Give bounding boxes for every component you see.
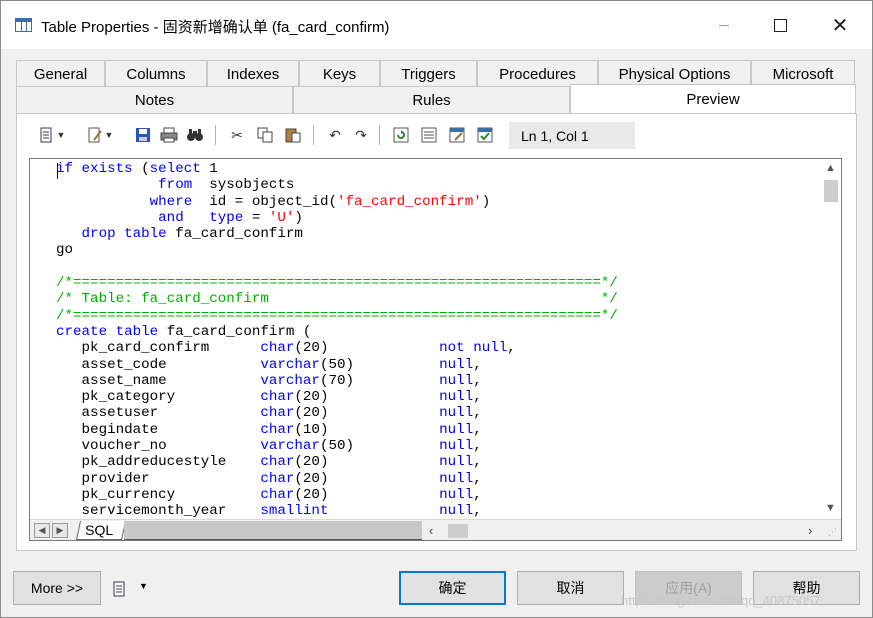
- tab-microsoft[interactable]: Microsoft: [751, 60, 855, 87]
- tab-columns[interactable]: Columns: [105, 60, 207, 87]
- next-sheet-icon[interactable]: ▶: [52, 523, 68, 538]
- redo-icon[interactable]: ↷: [351, 125, 371, 145]
- cursor-position: Ln 1, Col 1: [509, 122, 635, 149]
- copy-icon[interactable]: [255, 125, 275, 145]
- sheet-tab-track: [124, 521, 422, 540]
- tab-row-upper: General Columns Indexes Keys Triggers Pr…: [16, 60, 856, 87]
- more-button[interactable]: More >>: [13, 571, 101, 605]
- find-icon[interactable]: [185, 125, 205, 145]
- check-icon[interactable]: [475, 125, 495, 145]
- cut-icon[interactable]: ✂: [227, 125, 247, 145]
- resize-grip-icon[interactable]: ⋰: [828, 527, 837, 538]
- dropdown-arrow-icon: ▼: [139, 581, 148, 591]
- maximize-button[interactable]: [757, 9, 803, 41]
- tab-row-lower: Notes Rules Preview: [16, 84, 856, 114]
- vertical-scrollbar[interactable]: ▲ ▼: [821, 159, 841, 519]
- edit-dropdown-icon[interactable]: ▼: [103, 125, 115, 145]
- table-properties-window: Table Properties - 固资新增确认单 (fa_card_conf…: [0, 0, 873, 618]
- scroll-down-icon[interactable]: ▼: [825, 502, 836, 514]
- title-bar: Table Properties - 固资新增确认单 (fa_card_conf…: [1, 1, 872, 49]
- insert-icon[interactable]: [37, 125, 57, 145]
- prev-sheet-icon[interactable]: ◀: [34, 523, 50, 538]
- insert-dropdown-icon[interactable]: ▼: [55, 125, 67, 145]
- tab-physical-options[interactable]: Physical Options: [598, 60, 751, 87]
- close-button[interactable]: ✕: [817, 9, 863, 41]
- properties-icon[interactable]: [419, 125, 439, 145]
- save-icon[interactable]: [133, 125, 153, 145]
- undo-icon[interactable]: ↶: [325, 125, 345, 145]
- scroll-up-icon[interactable]: ▲: [825, 162, 836, 174]
- ok-button[interactable]: 确定: [399, 571, 506, 605]
- horizontal-scroll-thumb[interactable]: [448, 524, 468, 538]
- tab-general[interactable]: General: [16, 60, 105, 87]
- edit-icon[interactable]: [85, 125, 105, 145]
- tab-indexes[interactable]: Indexes: [207, 60, 299, 87]
- watermark-text: https://blog.csdn.net/qq_40875057: [621, 593, 821, 608]
- edit-script-icon[interactable]: [447, 125, 467, 145]
- toolbar-separator: [313, 125, 314, 145]
- window-title: Table Properties - 固资新增确认单 (fa_card_conf…: [41, 19, 390, 36]
- script-menu-button[interactable]: ▼: [111, 577, 156, 601]
- scroll-left-icon[interactable]: ‹: [429, 523, 433, 538]
- tab-preview[interactable]: Preview: [570, 84, 856, 114]
- paste-icon[interactable]: [283, 125, 303, 145]
- tab-notes[interactable]: Notes: [16, 86, 293, 114]
- sql-preview-editor[interactable]: if exists (select 1 from sysobjects wher…: [29, 158, 842, 541]
- tab-rules[interactable]: Rules: [293, 86, 570, 114]
- print-icon[interactable]: [159, 125, 179, 145]
- sheet-tab-sql[interactable]: SQL: [75, 521, 127, 540]
- toolbar-separator: [215, 125, 216, 145]
- tab-triggers[interactable]: Triggers: [380, 60, 477, 87]
- editor-bottom-bar: ◀ ▶ SQL ‹ › ⋰: [30, 519, 841, 540]
- tab-procedures[interactable]: Procedures: [477, 60, 598, 87]
- cancel-button[interactable]: 取消: [517, 571, 624, 605]
- sql-code[interactable]: if exists (select 1 from sysobjects wher…: [56, 161, 826, 517]
- tab-keys[interactable]: Keys: [299, 60, 380, 87]
- refresh-icon[interactable]: [391, 125, 411, 145]
- table-icon: [15, 18, 32, 32]
- toolbar-separator: [379, 125, 380, 145]
- minimize-button[interactable]: [701, 9, 747, 41]
- scroll-right-icon[interactable]: ›: [808, 523, 812, 538]
- vertical-scroll-thumb[interactable]: [824, 180, 838, 202]
